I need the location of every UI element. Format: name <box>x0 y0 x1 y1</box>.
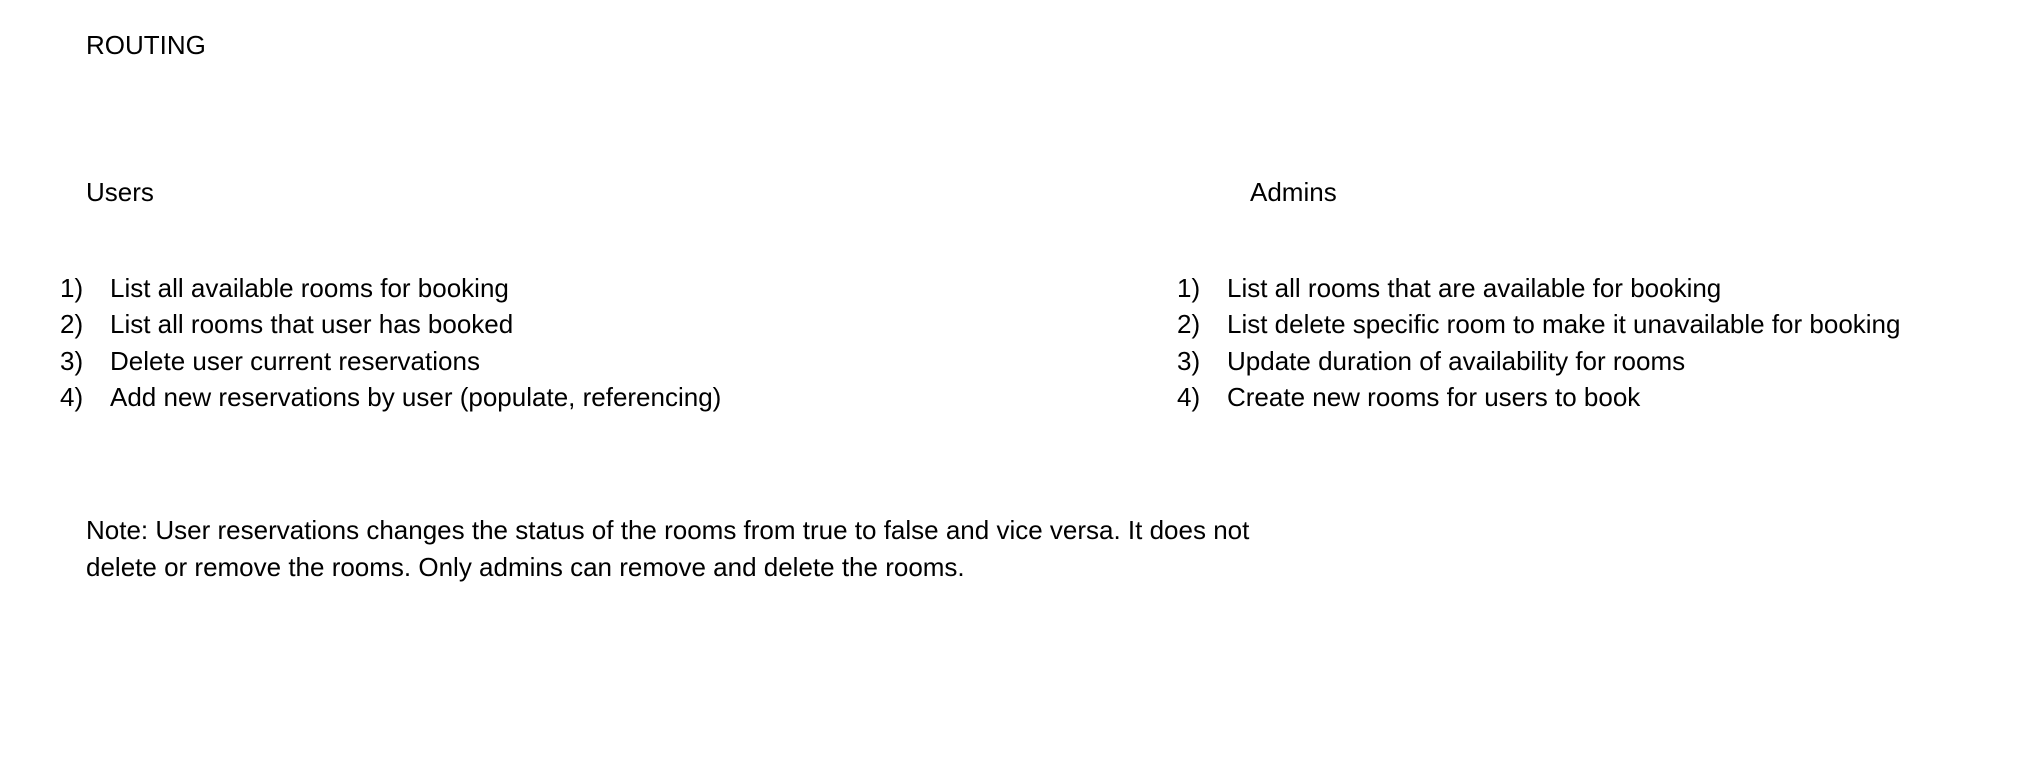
admins-heading: Admins <box>1250 177 1337 207</box>
list-number: 1) <box>60 272 84 303</box>
list-item-text: List all rooms that user has booked <box>110 309 514 340</box>
admins-route-item-4: 4) Create new rooms for users to book <box>1177 380 1900 417</box>
document-title: ROUTING <box>86 30 206 60</box>
list-number: 3) <box>60 345 84 376</box>
list-item-text: Delete user current reservations <box>110 345 480 376</box>
admins-route-item-2: 2) List delete specific room to make it … <box>1177 307 1900 344</box>
users-heading: Users <box>86 177 154 207</box>
admins-route-item-3: 3) Update duration of availability for r… <box>1177 343 1900 380</box>
list-number: 4) <box>60 382 84 413</box>
list-number: 2) <box>1177 309 1201 340</box>
admins-route-item-1: 1) List all rooms that are available for… <box>1177 270 1900 307</box>
users-route-list: 1) List all available rooms for booking … <box>60 270 721 416</box>
users-route-item-3: 3) Delete user current reservations <box>60 343 721 380</box>
users-route-item-2: 2) List all rooms that user has booked <box>60 307 721 344</box>
list-item-text: List delete specific room to make it una… <box>1227 309 1901 340</box>
users-route-item-1: 1) List all available rooms for booking <box>60 270 721 307</box>
list-item-text: Update duration of availability for room… <box>1227 345 1686 376</box>
users-route-item-4: 4) Add new reservations by user (populat… <box>60 380 721 417</box>
note-paragraph: Note: User reservations changes the stat… <box>86 512 1406 585</box>
list-item-text: List all rooms that are available for bo… <box>1227 272 1722 303</box>
note-line-1: Note: User reservations changes the stat… <box>86 515 1250 545</box>
list-item-text: Create new rooms for users to book <box>1227 382 1641 413</box>
list-item-text: List all available rooms for booking <box>110 272 509 303</box>
document-page: ROUTING Users Admins 1) List all availab… <box>0 0 2041 760</box>
list-number: 4) <box>1177 382 1201 413</box>
list-number: 3) <box>1177 345 1201 376</box>
list-number: 2) <box>60 309 84 340</box>
admins-route-list: 1) List all rooms that are available for… <box>1177 270 1900 416</box>
list-item-text: Add new reservations by user (populate, … <box>110 382 722 413</box>
list-number: 1) <box>1177 272 1201 303</box>
note-line-2: delete or remove the rooms. Only admins … <box>86 551 965 582</box>
